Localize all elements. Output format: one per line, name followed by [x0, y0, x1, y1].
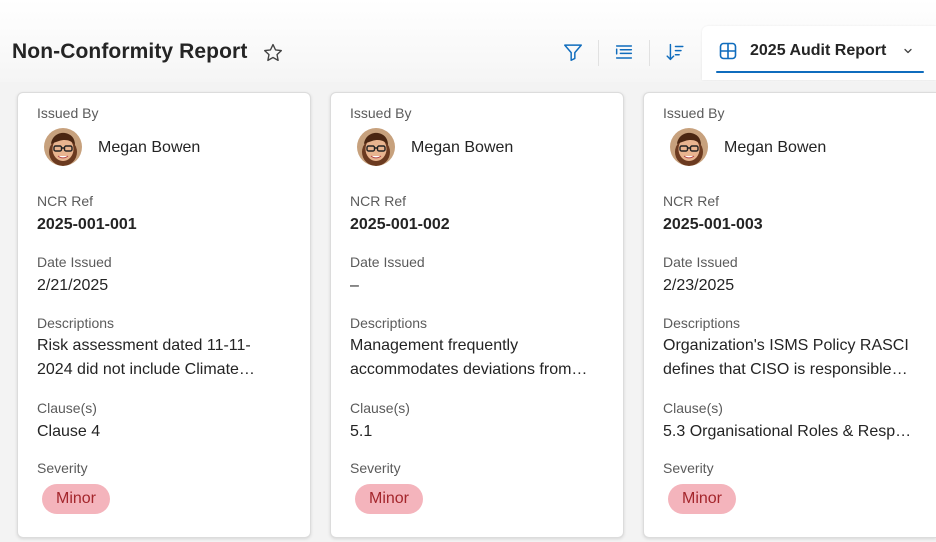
command-bar: Non-Conformity Report 2025 Audit Report [0, 0, 936, 82]
severity-badge: Minor [42, 484, 111, 514]
filter-button[interactable] [560, 39, 586, 65]
date-issued-value: 2/21/2025 [37, 277, 109, 294]
issuer-name: Megan Bowen [724, 139, 827, 156]
ncr-card[interactable]: Issued By Megan Bowen NCR Ref 2025-001-0… [643, 92, 936, 538]
clause-value: Clause 4 [37, 423, 101, 440]
group-by-button[interactable] [611, 39, 637, 65]
clause-value: 5.1 [350, 423, 373, 440]
view-selector[interactable]: 2025 Audit Report [702, 26, 936, 80]
grid-view-icon [719, 42, 737, 60]
description-line: 2024 did not include Climate… [37, 361, 255, 378]
ncr-ref-value: 2025-001-003 [663, 216, 763, 233]
issued-by-label: Issued By [37, 105, 99, 121]
description-line: Organization's ISMS Policy RASCI [663, 337, 909, 354]
descriptions-label: Descriptions [663, 315, 741, 331]
chevron-down-icon[interactable] [902, 45, 914, 57]
page-title: Non-Conformity Report [12, 40, 248, 63]
severity-label: Severity [350, 460, 401, 476]
sort-descending-icon [666, 43, 684, 61]
clauses-label: Clause(s) [350, 400, 410, 416]
issued-by-label: Issued By [350, 105, 412, 121]
descriptions-label: Descriptions [37, 315, 115, 331]
toolbar-divider [649, 40, 650, 66]
ncr-card[interactable]: Issued By Megan Bowen NCR Ref 2025-001-0… [330, 92, 624, 538]
severity-badge: Minor [355, 484, 424, 514]
ncr-ref-label: NCR Ref [350, 193, 407, 209]
selected-view-indicator [716, 71, 924, 73]
description-line: defines that CISO is responsible… [663, 361, 908, 378]
sort-button[interactable] [662, 39, 688, 65]
description-text: Management frequently accommodates devia… [350, 334, 590, 382]
description-line: accommodates deviations from… [350, 361, 588, 378]
date-issued-label: Date Issued [37, 254, 112, 270]
view-name: 2025 Audit Report [750, 42, 887, 59]
filter-icon [564, 44, 582, 61]
description-text: Organization's ISMS Policy RASCI defines… [663, 334, 915, 382]
ncr-card[interactable]: Issued By Megan Bowen NCR Ref 2025-001-0… [17, 92, 311, 538]
ncr-ref-value: 2025-001-002 [350, 216, 450, 233]
ncr-ref-label: NCR Ref [37, 193, 94, 209]
date-issued-label: Date Issued [663, 254, 738, 270]
description-text: Risk assessment dated 11-11- 2024 did no… [37, 334, 277, 382]
avatar [670, 128, 708, 166]
ncr-ref-label: NCR Ref [663, 193, 720, 209]
clauses-label: Clause(s) [663, 400, 723, 416]
severity-badge: Minor [668, 484, 737, 514]
ncr-ref-value: 2025-001-001 [37, 216, 137, 233]
clause-value: 5.3 Organisational Roles & Resp… [663, 423, 912, 440]
severity-label: Severity [663, 460, 714, 476]
descriptions-label: Descriptions [350, 315, 428, 331]
severity-label: Severity [37, 460, 88, 476]
list-group-icon [615, 45, 633, 59]
avatar [44, 128, 82, 166]
description-line: Risk assessment dated 11-11- [37, 337, 251, 354]
issuer-name: Megan Bowen [411, 139, 514, 156]
description-line: Management frequently [350, 337, 519, 354]
toolbar-divider [598, 40, 599, 66]
date-issued-value: 2/23/2025 [663, 277, 735, 294]
date-issued-value: – [350, 277, 359, 294]
date-issued-label: Date Issued [350, 254, 425, 270]
avatar [357, 128, 395, 166]
issued-by-label: Issued By [663, 105, 725, 121]
clauses-label: Clause(s) [37, 400, 97, 416]
issuer-name: Megan Bowen [98, 139, 201, 156]
favorite-star-icon[interactable] [262, 42, 284, 64]
